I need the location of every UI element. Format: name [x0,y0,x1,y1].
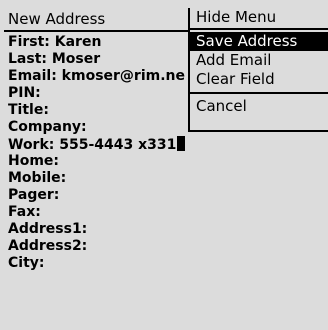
menu-divider [190,92,328,94]
field-label: Mobile: [8,170,67,186]
field-value[interactable]: Moser [52,51,100,67]
field-value[interactable]: Karen [55,34,102,50]
field-label: Address2: [8,238,88,254]
menu-divider [190,28,328,30]
menu-item-hide-menu[interactable]: Hide Menu [190,8,328,27]
field-label: Address1: [8,221,88,237]
field-label: Pager: [8,187,60,203]
field-last[interactable]: Last: Moser [8,51,188,68]
field-home[interactable]: Home: [8,153,328,170]
field-label: Title: [8,102,49,118]
menu-item-clear-field[interactable]: Clear Field [190,70,328,89]
context-menu: Hide Menu Save Address Add Email Clear F… [188,8,328,132]
field-label: Work: [8,137,60,153]
field-city[interactable]: City: [8,255,328,272]
screen: New Address First: Karen Last: Moser Ema… [0,0,328,330]
field-label: Email: [8,68,62,84]
field-value[interactable]: kmoser@rim.ne [62,68,185,84]
field-label: Home: [8,153,60,169]
field-label: PIN: [8,85,41,101]
field-label: Company: [8,119,87,135]
field-fax[interactable]: Fax: [8,204,328,221]
field-work[interactable]: Work: 555-4443 x331 [8,136,328,153]
field-email[interactable]: Email: kmoser@rim.ne [8,68,188,85]
text-cursor [177,136,186,151]
field-label: City: [8,255,45,271]
menu-item-save-address[interactable]: Save Address [190,32,328,51]
field-first[interactable]: First: Karen [8,34,188,51]
field-mobile[interactable]: Mobile: [8,170,328,187]
menu-item-add-email[interactable]: Add Email [190,51,328,70]
field-label: Last: [8,51,52,67]
menu-item-cancel[interactable]: Cancel [190,97,328,116]
title-bar: New Address [4,8,189,32]
page-title: New Address [8,10,106,28]
field-address2[interactable]: Address2: [8,238,328,255]
field-value[interactable]: 555-4443 x331 [59,137,176,153]
field-label: Fax: [8,204,41,220]
field-address1[interactable]: Address1: [8,221,328,238]
field-pager[interactable]: Pager: [8,187,328,204]
field-label: First: [8,34,55,50]
